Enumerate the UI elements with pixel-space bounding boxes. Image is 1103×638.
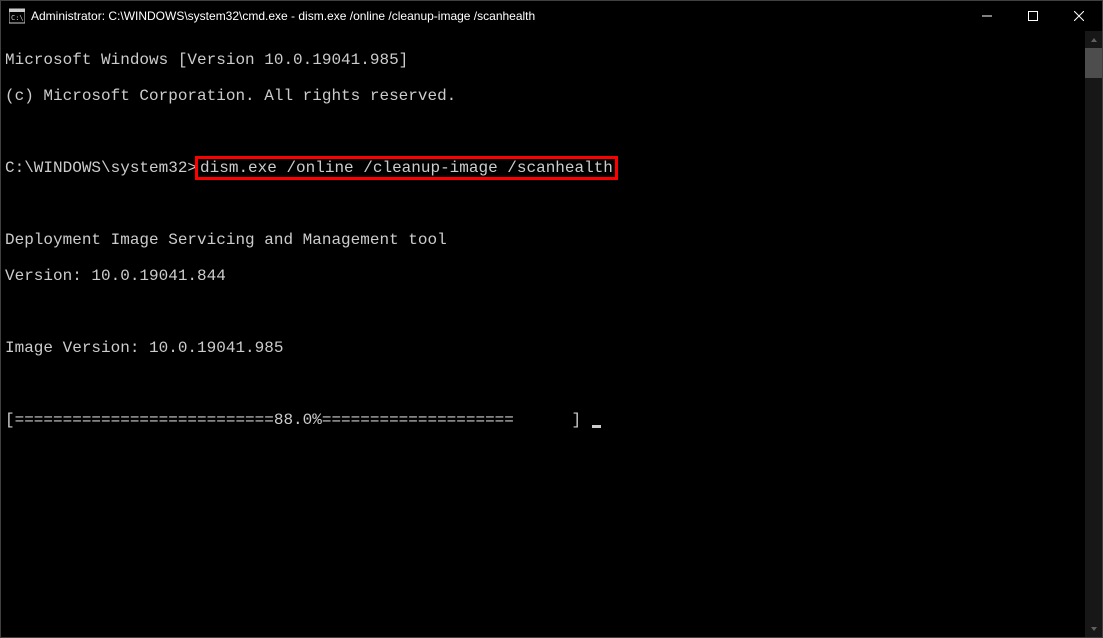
window-title: Administrator: C:\WINDOWS\system32\cmd.e…	[31, 9, 964, 23]
scrollbar-track[interactable]	[1085, 48, 1102, 620]
progress-line: [===========================88.0%=======…	[5, 411, 1081, 429]
copyright-line: (c) Microsoft Corporation. All rights re…	[5, 87, 1081, 105]
scroll-up-arrow[interactable]	[1085, 31, 1102, 48]
cursor	[592, 425, 601, 428]
blank-line	[5, 123, 1081, 141]
command-text: dism.exe /online /cleanup-image /scanhea…	[200, 159, 613, 177]
content-area: Microsoft Windows [Version 10.0.19041.98…	[1, 31, 1102, 637]
svg-text:C:\: C:\	[11, 14, 24, 22]
progress-bar: [===========================88.0%=======…	[5, 411, 591, 429]
os-version-line: Microsoft Windows [Version 10.0.19041.98…	[5, 51, 1081, 69]
image-version-line: Image Version: 10.0.19041.985	[5, 339, 1081, 357]
prompt-line: C:\WINDOWS\system32>dism.exe /online /cl…	[5, 159, 1081, 177]
cmd-icon: C:\	[9, 8, 25, 24]
prompt-text: C:\WINDOWS\system32>	[5, 159, 197, 177]
terminal-output[interactable]: Microsoft Windows [Version 10.0.19041.98…	[1, 31, 1085, 637]
titlebar[interactable]: C:\ Administrator: C:\WINDOWS\system32\c…	[1, 1, 1102, 31]
blank-line	[5, 375, 1081, 393]
minimize-button[interactable]	[964, 1, 1010, 31]
blank-line	[5, 195, 1081, 213]
vertical-scrollbar[interactable]	[1085, 31, 1102, 637]
scroll-down-arrow[interactable]	[1085, 620, 1102, 637]
tool-version-line: Version: 10.0.19041.844	[5, 267, 1081, 285]
command-highlight: dism.exe /online /cleanup-image /scanhea…	[195, 156, 618, 180]
maximize-button[interactable]	[1010, 1, 1056, 31]
cmd-window: C:\ Administrator: C:\WINDOWS\system32\c…	[0, 0, 1103, 638]
scrollbar-thumb[interactable]	[1085, 48, 1102, 78]
close-button[interactable]	[1056, 1, 1102, 31]
blank-line	[5, 303, 1081, 321]
tool-name-line: Deployment Image Servicing and Managemen…	[5, 231, 1081, 249]
window-controls	[964, 1, 1102, 31]
